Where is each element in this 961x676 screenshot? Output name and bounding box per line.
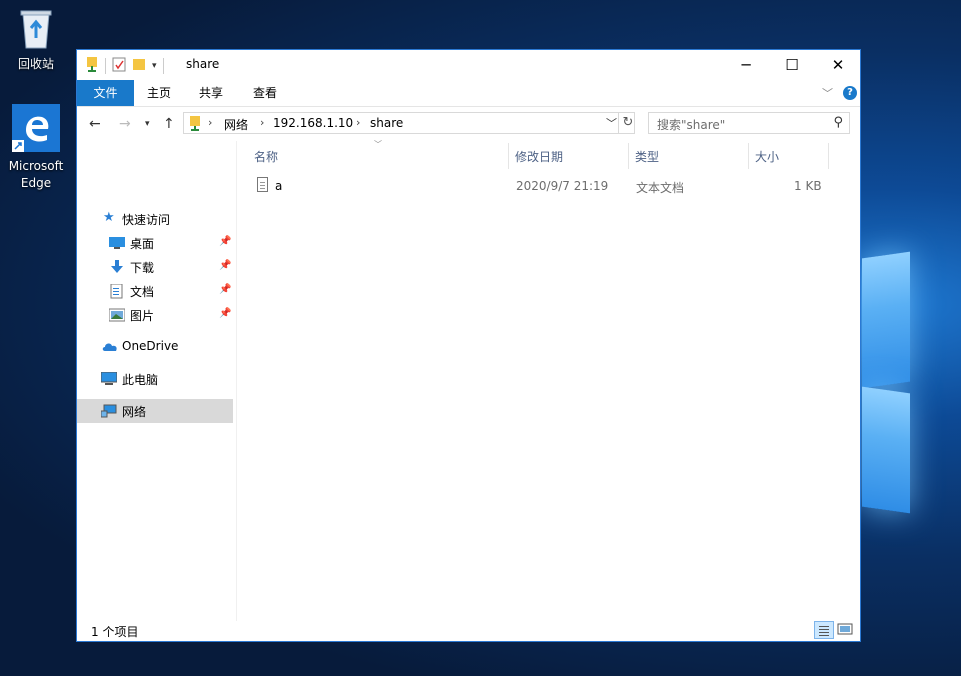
file-explorer-window: ▾ share ─ ☐ ✕ 文件 主页 共享 查看 ﹀ ? ← → ▾ ↑ › … xyxy=(76,49,861,642)
documents-icon xyxy=(110,283,126,299)
refresh-icon[interactable]: ↻ xyxy=(618,113,637,133)
properties-quick-icon[interactable] xyxy=(112,56,126,75)
search-input[interactable]: 搜索"share" ⚲ xyxy=(648,112,850,134)
computer-icon xyxy=(100,371,118,386)
title-separator xyxy=(105,57,106,74)
breadcrumb-network[interactable]: 网络 xyxy=(224,116,248,133)
search-placeholder: 搜索"share" xyxy=(657,118,726,132)
nav-item-pictures[interactable]: 图片 📌 xyxy=(77,303,233,327)
title-bar[interactable]: ▾ share ─ ☐ ✕ xyxy=(77,50,860,80)
pin-icon[interactable]: 📌 xyxy=(219,236,231,247)
breadcrumb-chevron-icon[interactable]: › xyxy=(208,116,212,129)
desktop-icon-edge[interactable]: Microsoft Edge xyxy=(6,104,66,192)
pin-icon[interactable]: 📌 xyxy=(219,260,231,271)
column-divider[interactable] xyxy=(748,143,749,169)
file-list: ﹀ 名称 修改日期 类型 大小 a 2020/9/7 21:19 文本文档 1 … xyxy=(237,140,859,624)
network-icon xyxy=(100,404,117,418)
desktop-icon xyxy=(109,236,125,250)
ribbon-tabs: 文件 主页 共享 查看 ﹀ ? xyxy=(77,80,860,107)
nav-label: OneDrive xyxy=(122,339,179,353)
tab-file[interactable]: 文件 xyxy=(77,80,134,106)
nav-label: 图片 xyxy=(130,309,155,323)
minimize-button[interactable]: ─ xyxy=(723,50,769,80)
maximize-button[interactable]: ☐ xyxy=(769,50,815,80)
breadcrumb-chevron-icon[interactable]: › xyxy=(260,116,264,129)
column-divider[interactable] xyxy=(828,143,829,169)
recycle-bin-label: 回收站 xyxy=(17,57,54,71)
windows-logo-light xyxy=(862,235,961,525)
text-file-icon xyxy=(257,177,268,192)
nav-item-quick-access[interactable]: ★ 快速访问 xyxy=(77,207,233,231)
tab-view[interactable]: 查看 xyxy=(247,80,283,106)
column-header-size[interactable]: 大小 xyxy=(755,148,779,165)
search-icon[interactable]: ⚲ xyxy=(833,115,843,130)
navigation-pane: ★ 快速访问 桌面 📌 下载 📌 文档 📌 图片 📌 OneDrive 此电脑 … xyxy=(77,141,236,624)
column-header-name[interactable]: 名称 xyxy=(254,148,278,165)
download-icon xyxy=(109,260,125,274)
star-icon: ★ xyxy=(103,210,115,225)
edge-icon xyxy=(12,104,60,152)
status-bar: 1 个项目 xyxy=(77,618,860,641)
item-count: 1 个项目 xyxy=(91,625,139,639)
column-header-modified[interactable]: 修改日期 xyxy=(515,148,563,165)
close-button[interactable]: ✕ xyxy=(815,50,861,80)
network-folder-icon xyxy=(189,116,201,131)
address-bar[interactable]: › 网络 › 192.168.1.10 › share ﹀ ↻ xyxy=(183,112,635,134)
nav-item-downloads[interactable]: 下载 📌 xyxy=(77,255,233,279)
recent-locations-chevron-icon[interactable]: ▾ xyxy=(145,119,150,129)
address-row: ← → ▾ ↑ › 网络 › 192.168.1.10 › share ﹀ ↻ … xyxy=(77,107,860,141)
window-title: share xyxy=(186,57,220,71)
column-divider[interactable] xyxy=(628,143,629,169)
tab-share[interactable]: 共享 xyxy=(193,80,229,106)
back-arrow-icon[interactable]: ← xyxy=(89,116,101,132)
nav-label: 快速访问 xyxy=(122,213,171,227)
nav-label: 下载 xyxy=(130,261,155,275)
edge-label: Microsoft Edge xyxy=(8,159,64,190)
cloud-icon xyxy=(101,340,117,354)
column-divider[interactable] xyxy=(508,143,509,169)
up-arrow-icon[interactable]: ↑ xyxy=(163,116,175,132)
help-icon[interactable]: ? xyxy=(843,86,857,100)
details-view-button[interactable] xyxy=(814,621,834,639)
nav-label: 此电脑 xyxy=(122,373,159,387)
expand-ribbon-chevron-icon[interactable]: ﹀ xyxy=(822,85,833,101)
folder-title-icon xyxy=(85,56,99,75)
nav-label: 桌面 xyxy=(130,237,155,251)
large-icons-view-button[interactable] xyxy=(836,621,856,639)
recycle-bin-icon xyxy=(19,8,53,50)
file-name: a xyxy=(275,179,283,193)
table-row[interactable]: a 2020/9/7 21:19 文本文档 1 KB xyxy=(253,175,833,197)
forward-arrow-icon[interactable]: → xyxy=(119,116,131,132)
column-header-type[interactable]: 类型 xyxy=(635,148,659,165)
new-folder-quick-icon[interactable] xyxy=(132,56,146,75)
desktop-icon-recycle-bin[interactable]: 回收站 xyxy=(6,6,66,73)
nav-item-documents[interactable]: 文档 📌 xyxy=(77,279,233,303)
sort-chevron-icon: ﹀ xyxy=(374,140,382,149)
file-modified: 2020/9/7 21:19 xyxy=(516,179,609,193)
breadcrumb-chevron-icon[interactable]: › xyxy=(356,116,360,129)
tab-home[interactable]: 主页 xyxy=(141,80,177,106)
breadcrumb-share[interactable]: share xyxy=(370,116,403,130)
nav-label: 文档 xyxy=(130,285,155,299)
file-type: 文本文档 xyxy=(636,181,685,195)
title-separator-2 xyxy=(162,57,164,74)
nav-label: 网络 xyxy=(122,405,147,419)
customize-quick-access-icon[interactable]: ▾ xyxy=(152,61,157,71)
nav-item-onedrive[interactable]: OneDrive xyxy=(77,335,233,359)
pin-icon[interactable]: 📌 xyxy=(219,284,231,295)
pictures-icon xyxy=(108,308,126,322)
breadcrumb-host[interactable]: 192.168.1.10 xyxy=(273,116,353,130)
nav-item-network[interactable]: 网络 xyxy=(77,399,233,423)
nav-item-this-pc[interactable]: 此电脑 xyxy=(77,367,233,391)
pin-icon[interactable]: 📌 xyxy=(219,308,231,319)
nav-item-desktop[interactable]: 桌面 📌 xyxy=(77,231,233,255)
address-dropdown-icon[interactable]: ﹀ xyxy=(606,115,617,131)
file-size: 1 KB xyxy=(794,179,822,193)
